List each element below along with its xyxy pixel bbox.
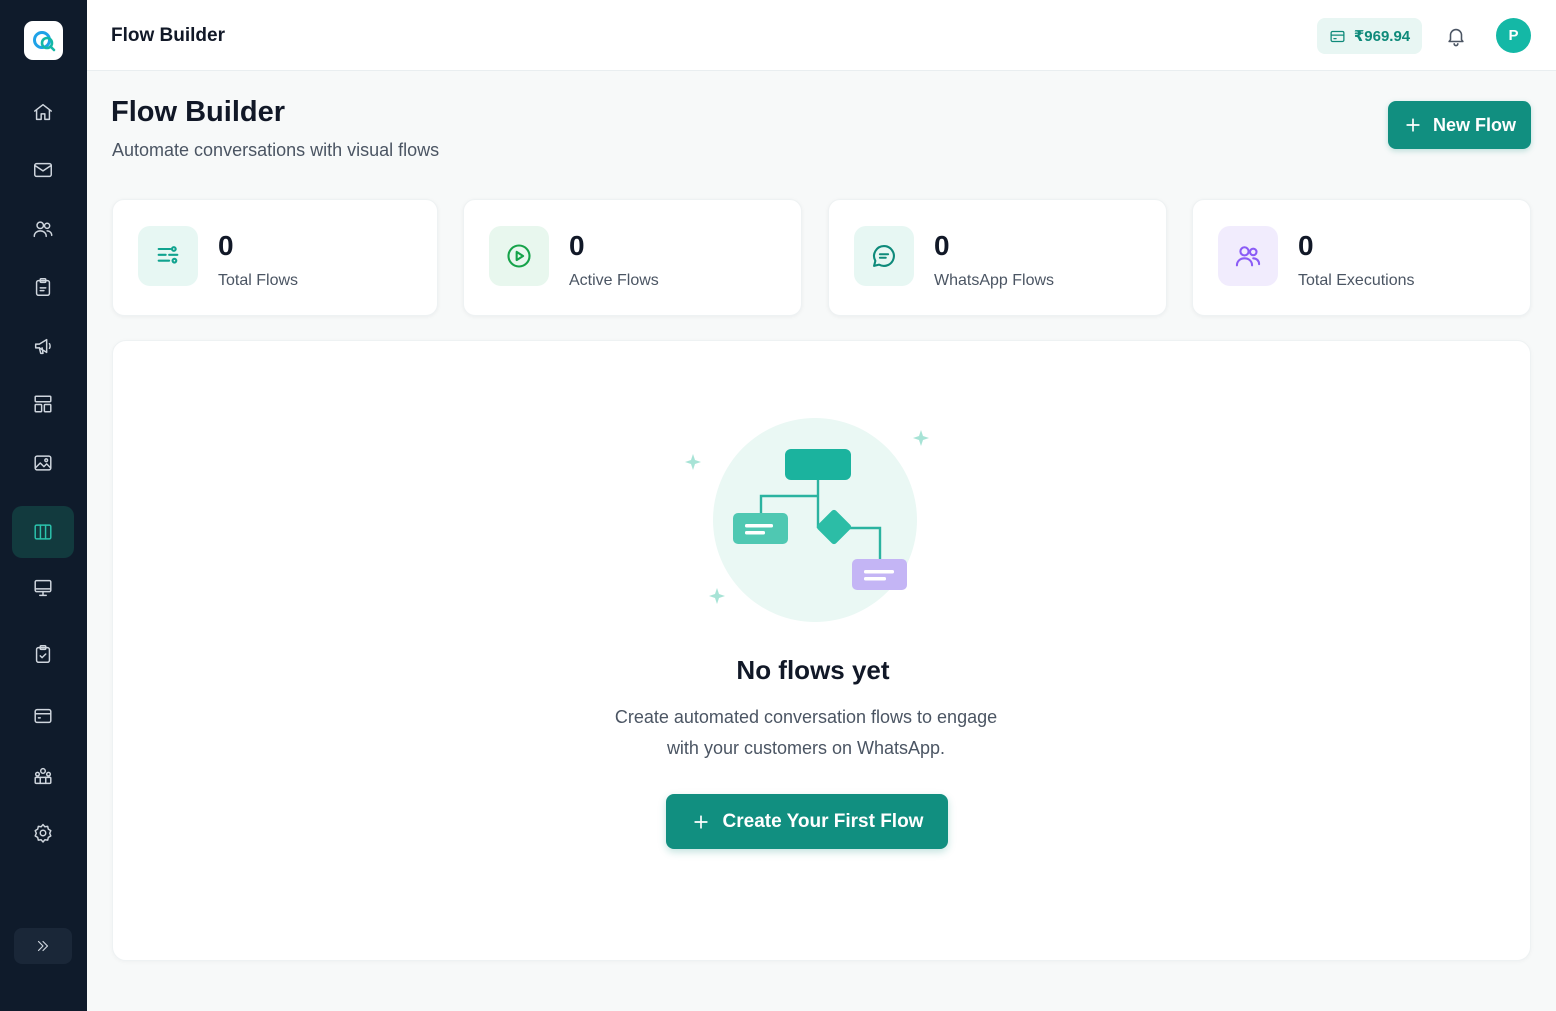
team-icon xyxy=(34,767,52,785)
image-icon xyxy=(34,455,52,471)
sidebar-item-tasks[interactable] xyxy=(12,261,74,313)
sidebar-item-contacts[interactable] xyxy=(12,203,74,255)
bell-icon xyxy=(1448,28,1464,47)
topbar-title: Flow Builder xyxy=(111,25,225,46)
stat-icon-box xyxy=(489,226,549,286)
home-icon xyxy=(34,103,52,121)
logo-icon xyxy=(32,30,55,51)
flow-diagram-illustration xyxy=(685,418,929,622)
play-circle-icon xyxy=(507,244,531,268)
sidebar-item-flow-builder[interactable] xyxy=(12,506,74,558)
wallet-icon xyxy=(1330,30,1345,42)
empty-state-panel: No flows yet Create automated conversati… xyxy=(112,340,1531,961)
stat-card-total-executions: 0 Total Executions xyxy=(1192,199,1531,316)
sidebar-item-team[interactable] xyxy=(12,750,74,802)
user-avatar[interactable]: P xyxy=(1496,18,1531,53)
sidebar-expand-button[interactable] xyxy=(14,928,72,964)
stat-icon-box xyxy=(1218,226,1278,286)
stat-label: WhatsApp Flows xyxy=(934,272,1055,289)
empty-state-description: Create automated conversation flows to e… xyxy=(614,707,998,758)
sidebar-item-billing[interactable] xyxy=(12,690,74,742)
users-icon xyxy=(1235,246,1261,267)
chevrons-right-icon xyxy=(37,940,49,952)
sidebar-item-devices[interactable] xyxy=(12,562,74,614)
list-flow-icon xyxy=(157,246,179,264)
stat-icon-box xyxy=(138,226,198,286)
sidebar-item-templates[interactable] xyxy=(12,378,74,430)
stat-value: 0 xyxy=(1298,230,1314,261)
plus-icon xyxy=(1406,118,1420,132)
flow-builder-icon xyxy=(34,524,52,540)
new-flow-button[interactable]: New Flow xyxy=(1388,101,1531,149)
stat-card-whatsapp-flows: 0 WhatsApp Flows xyxy=(828,199,1167,316)
billing-card-icon xyxy=(34,708,52,724)
stat-card-total-flows: 0 Total Flows xyxy=(112,199,438,316)
sidebar-item-media[interactable] xyxy=(12,437,74,489)
app-logo[interactable] xyxy=(24,21,63,60)
stat-value: 0 xyxy=(218,230,234,261)
stat-label: Total Executions xyxy=(1298,272,1415,289)
sidebar-item-reports[interactable] xyxy=(12,628,74,680)
settings-icon xyxy=(34,823,52,843)
plus-icon xyxy=(693,814,708,829)
sidebar xyxy=(0,0,87,1011)
top-bar: Flow Builder ₹969.94 P xyxy=(87,0,1556,71)
mail-icon xyxy=(34,162,52,178)
stat-value: 0 xyxy=(569,230,585,261)
sidebar-item-settings[interactable] xyxy=(12,807,74,859)
wallet-balance-value: ₹969.94 xyxy=(1353,28,1411,45)
wallet-balance[interactable]: ₹969.94 xyxy=(1317,18,1422,54)
stat-value: 0 xyxy=(934,230,950,261)
stat-label: Total Flows xyxy=(218,272,299,289)
sidebar-item-inbox[interactable] xyxy=(12,144,74,196)
create-first-flow-button[interactable]: Create Your First Flow xyxy=(666,794,948,849)
sidebar-item-home[interactable] xyxy=(12,86,74,138)
page-title: Flow Builder xyxy=(111,96,285,128)
users-icon xyxy=(33,221,53,238)
clipboard-icon xyxy=(35,278,51,296)
stat-card-active-flows: 0 Active Flows xyxy=(463,199,802,316)
chat-bubble-icon xyxy=(873,245,895,267)
page-subtitle: Automate conversations with visual flows xyxy=(112,140,440,160)
stat-label: Active Flows xyxy=(569,272,659,289)
monitor-icon xyxy=(34,579,52,597)
create-first-flow-label: Create Your First Flow xyxy=(722,810,924,832)
megaphone-icon xyxy=(34,338,51,355)
templates-icon xyxy=(34,395,52,413)
stat-icon-box xyxy=(854,226,914,286)
new-flow-label: New Flow xyxy=(1432,114,1516,135)
clipboard-check-icon xyxy=(35,645,51,663)
empty-state-title: No flows yet xyxy=(736,655,890,685)
sidebar-item-campaigns[interactable] xyxy=(12,320,74,372)
notifications-button[interactable] xyxy=(1443,23,1469,49)
